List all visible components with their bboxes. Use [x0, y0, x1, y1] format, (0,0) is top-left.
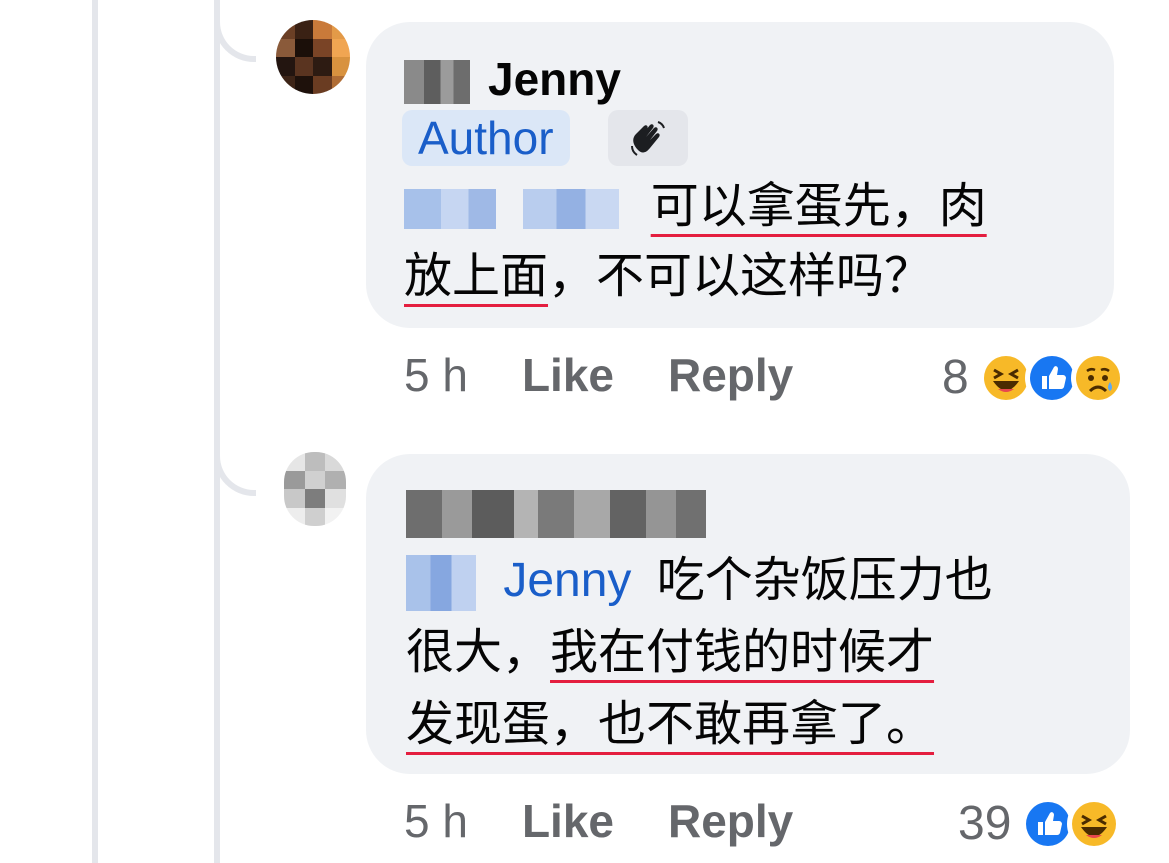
comment-text: 可以拿蛋先，肉: [404, 172, 987, 242]
underlined-text: 我在付钱的时候才: [550, 626, 935, 679]
underlined-text: 可以拿蛋先，肉: [650, 180, 987, 233]
comment-text-line: 发现蛋，也不敢再拿了。: [406, 690, 934, 760]
comment-text-line: 很大，我在付钱的时候才: [406, 618, 934, 688]
reaction-count: 8: [942, 351, 969, 404]
reaction-summary[interactable]: 39: [958, 796, 1122, 851]
comment-time[interactable]: 5 h: [404, 794, 468, 848]
comment-time[interactable]: 5 h: [404, 348, 468, 402]
thread-line-outer: [92, 0, 98, 863]
comment-bubble: Jenny Author 可以拿蛋先，肉 放上面，不可以这样吗？: [366, 22, 1114, 328]
comment-actions: 5 h Like Reply: [404, 794, 793, 848]
underlined-text: 发现蛋，也不敢再拿了。: [406, 698, 935, 751]
avatar[interactable]: [276, 20, 350, 94]
like-button[interactable]: Like: [522, 348, 614, 402]
comment-text-line: 放上面，不可以这样吗？: [404, 242, 932, 312]
blurred-name: [404, 60, 470, 104]
reply-connector: [214, 0, 256, 62]
mention-link[interactable]: Jenny: [503, 554, 631, 607]
wave-icon: [631, 121, 665, 156]
reaction-summary[interactable]: 8: [942, 350, 1125, 405]
author-name[interactable]: Jenny: [488, 52, 621, 106]
comment-text-line: 吃个杂饭压力也: [656, 554, 993, 607]
underlined-text: 放上面: [404, 250, 549, 303]
comment-text-plain: 很大，: [406, 626, 551, 679]
comment-bubble: Jenny 吃个杂饭压力也 很大，我在付钱的时候才 发现蛋，也不敢再拿了。: [366, 454, 1130, 774]
blurred-mention[interactable]: [406, 555, 476, 612]
author-badge: Author: [402, 110, 570, 166]
blurred-mention[interactable]: [523, 189, 620, 230]
blurred-mention[interactable]: [404, 189, 496, 230]
comment-actions: 5 h Like Reply: [404, 348, 793, 402]
haha-icon: [1067, 796, 1122, 851]
wave-badge: [608, 110, 688, 166]
comment-text: Jenny 吃个杂饭压力也: [406, 546, 993, 616]
sad-icon: [1070, 350, 1125, 405]
reply-button[interactable]: Reply: [668, 348, 793, 402]
reply-connector: [214, 420, 256, 496]
comment-text-rest: ，不可以这样吗？: [548, 250, 933, 303]
blurred-name[interactable]: [406, 490, 706, 538]
avatar[interactable]: [284, 452, 346, 526]
reaction-count: 39: [958, 797, 1012, 850]
reply-button[interactable]: Reply: [668, 794, 793, 848]
like-button[interactable]: Like: [522, 794, 614, 848]
